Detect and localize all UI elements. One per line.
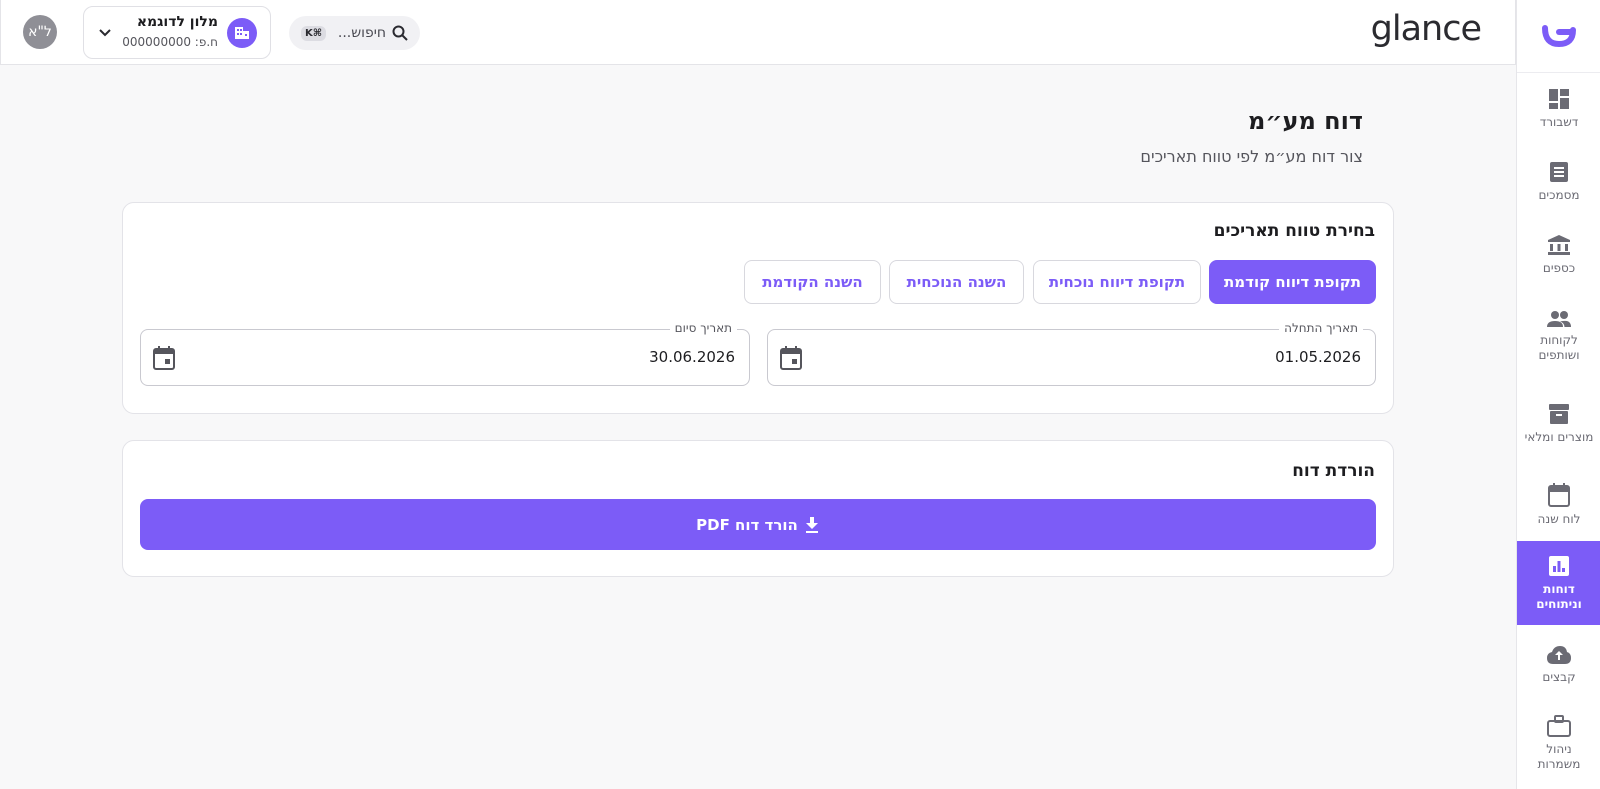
search-icon [392,25,408,41]
top-bar: glance ל"א מלון לדוגמא ח.פ: 000000000 K⌘… [0,0,1516,65]
avatar[interactable]: ל"א [23,15,57,49]
sidebar-item-customers[interactable]: לקוחות ושותפים [1517,292,1600,380]
company-selector[interactable]: מלון לדוגמא ח.פ: 000000000 [83,6,271,59]
download-button-label: הורד דוח PDF [696,515,798,534]
company-name: מלון לדוגמא [136,14,218,30]
sidebar: דשבורד מסמכים כספים לקוחות ושותפים מוצרי… [1516,0,1600,789]
date-range-title: בחירת טווח תאריכים [1213,221,1375,241]
preset-current-period-button[interactable]: תקופת דיווח נוכחית [1033,260,1201,304]
end-date-field[interactable]: תאריך סיום 30.06.2026 [140,321,750,386]
end-date-label: תאריך סיום [669,321,737,335]
start-date-field[interactable]: תאריך התחלה 01.05.2026 [767,321,1376,386]
building-icon [227,18,257,48]
start-date-value: 01.05.2026 [1275,348,1361,366]
sidebar-item-shifts[interactable]: ניהול משמרות [1517,705,1600,782]
search-shortcut-badge: K⌘ [301,25,327,41]
download-icon [804,516,820,534]
sidebar-item-files[interactable]: קבצים [1517,625,1600,705]
preset-previous-year-button[interactable]: השנה הקודמת [744,260,881,304]
chevron-down-icon [98,25,112,44]
sidebar-item-label: דשבורד [1539,115,1579,129]
sidebar-item-reports[interactable]: דוחות וניתוחים [1517,541,1600,625]
briefcase-icon [1547,715,1571,737]
date-range-card: בחירת טווח תאריכים תקופת דיווח קודמת תקו… [122,202,1394,414]
end-date-value: 30.06.2026 [649,348,735,366]
calendar-icon[interactable] [780,346,802,374]
sidebar-item-label: כספים [1542,261,1576,275]
page-subtitle: צור דוח מע״מ לפי טווח תאריכים [1140,147,1363,166]
download-card: הורדת דוח הורד דוח PDF [122,440,1394,577]
calendar-icon [1548,482,1570,507]
sidebar-item-label: לקוחות ושותפים [1538,332,1580,362]
sidebar-item-label: ניהול משמרות [1537,742,1581,771]
brand-wordmark[interactable]: glance [1371,9,1482,49]
sidebar-item-finance[interactable]: כספים [1517,218,1600,292]
dashboard-icon [1549,89,1569,109]
download-title: הורדת דוח [1292,461,1375,481]
start-date-label: תאריך התחלה [1279,321,1363,335]
sidebar-item-label: מוצרים ומלאי [1524,430,1594,444]
search-bar[interactable]: K⌘ חיפוש... [289,16,420,50]
glance-logo-icon [1541,25,1576,48]
page-title: דוח מע״מ [1248,107,1363,135]
download-pdf-button[interactable]: הורד דוח PDF [140,499,1376,550]
app-logo[interactable] [1517,0,1600,73]
archive-icon [1549,404,1569,424]
sidebar-item-calendar[interactable]: לוח שנה [1517,468,1600,541]
sidebar-item-documents[interactable]: מסמכים [1517,145,1600,218]
preset-previous-period-button[interactable]: תקופת דיווח קודמת [1209,260,1376,304]
calendar-icon[interactable] [153,346,175,374]
cloud-upload-icon [1547,646,1571,664]
search-input[interactable]: חיפוש... [338,25,386,41]
sidebar-item-label: קבצים [1542,670,1576,684]
people-icon [1547,310,1571,327]
sidebar-item-label: דוחות וניתוחים [1536,581,1582,611]
bank-icon [1548,235,1570,255]
sidebar-item-dashboard[interactable]: דשבורד [1517,73,1600,145]
document-icon [1550,161,1568,182]
sidebar-item-label: מסמכים [1538,187,1580,202]
company-id: ח.פ: 000000000 [122,35,218,49]
chart-icon [1549,555,1569,576]
sidebar-item-label: לוח שנה [1537,511,1581,526]
sidebar-item-products[interactable]: מוצרים ומלאי [1517,380,1600,468]
preset-current-year-button[interactable]: השנה הנוכחית [889,260,1024,304]
